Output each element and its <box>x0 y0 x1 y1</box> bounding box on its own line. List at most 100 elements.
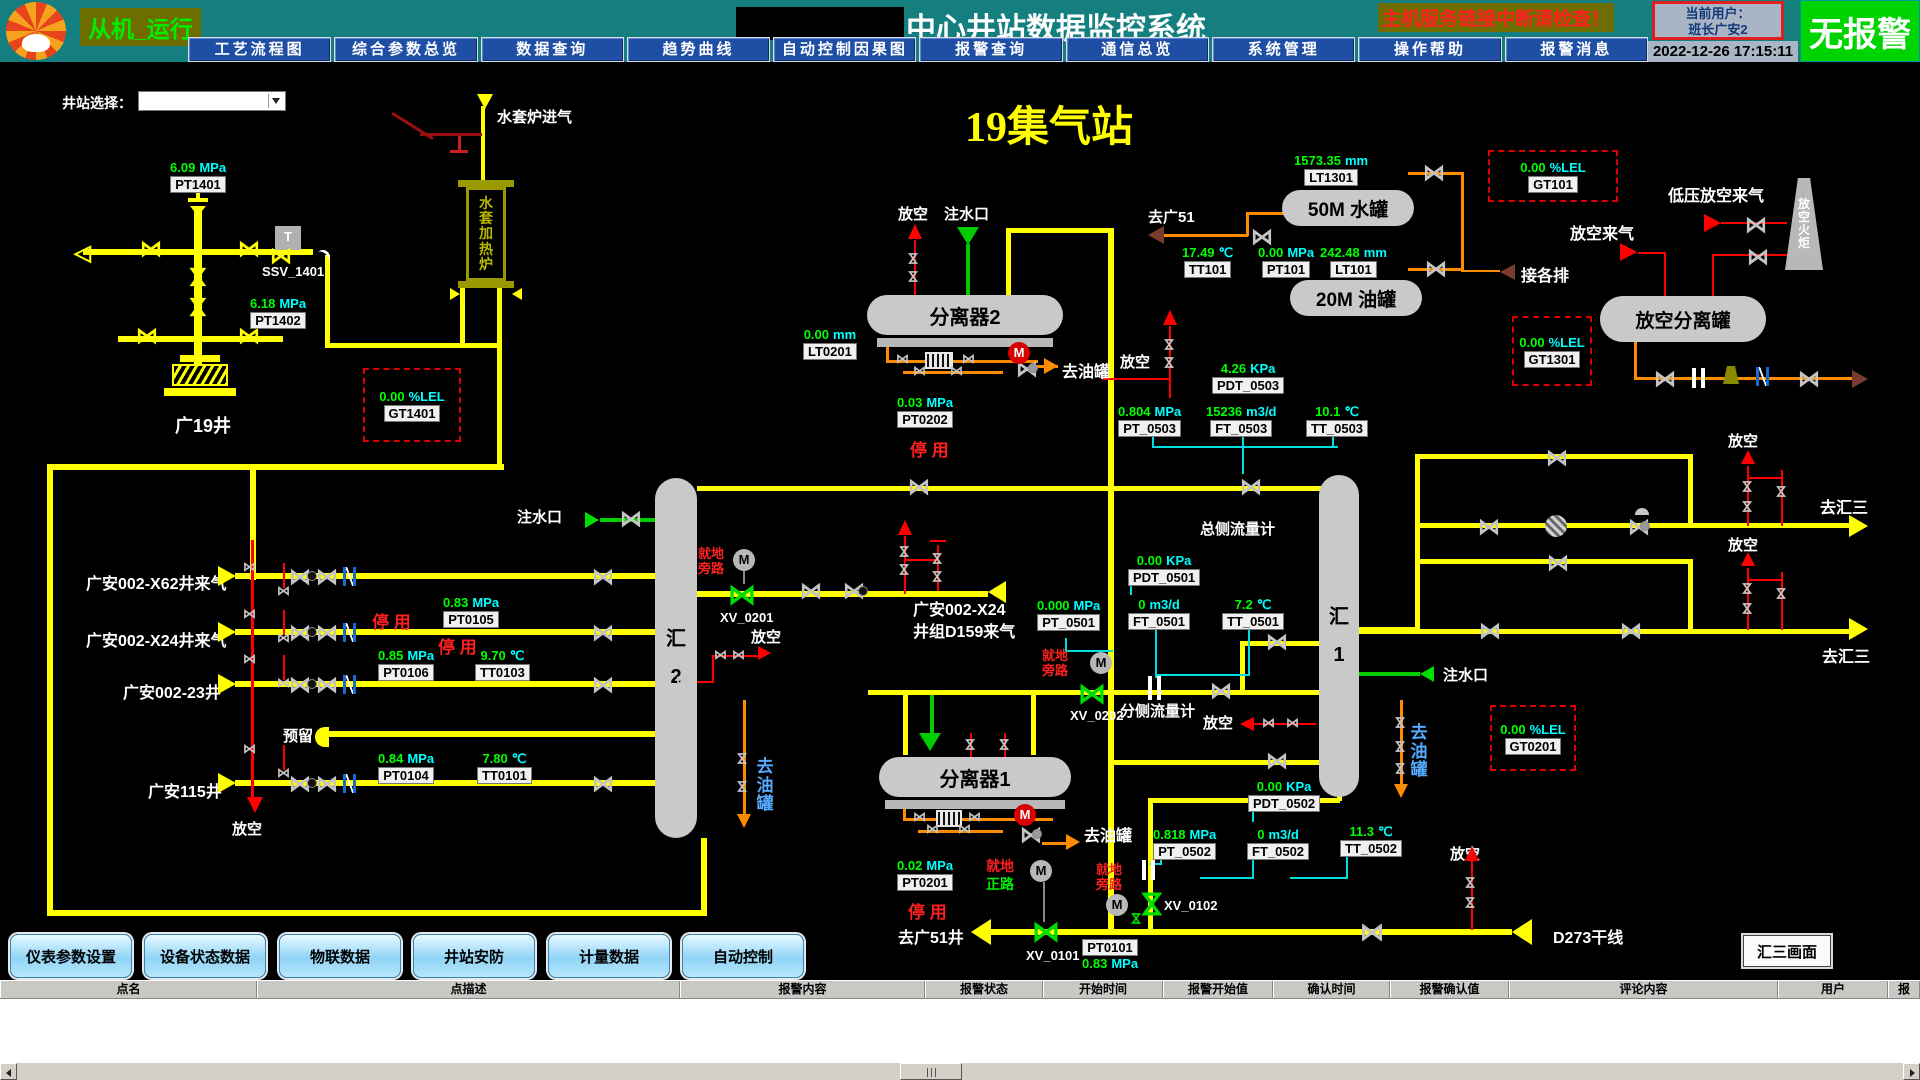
oil-tank-20m: 20M 油罐 <box>1290 280 1422 316</box>
pipe-segment <box>697 486 1321 491</box>
meter-icon <box>925 352 953 369</box>
vent-arrow-icon <box>247 797 263 813</box>
element: 1573.35 <box>1294 153 1341 168</box>
element: 0.000MPa <box>1037 598 1100 613</box>
pipe-segment <box>180 355 220 362</box>
chevron-down-icon[interactable] <box>268 94 283 108</box>
element: 15236 <box>1206 404 1242 419</box>
motor-icon[interactable]: M <box>733 549 755 571</box>
element: 6.09MPa <box>170 160 226 175</box>
pipe-segment <box>903 695 908 755</box>
valve-icon: ⋈ <box>898 563 911 576</box>
hui3-screen-button[interactable]: 汇三画面 <box>1743 935 1831 967</box>
total-meter-label: 总侧流量计 <box>1200 518 1275 539</box>
menu-help[interactable]: 操作帮助 <box>1358 37 1501 62</box>
redacted-title-block <box>736 7 904 40</box>
station-selector-dropdown[interactable] <box>138 91 286 111</box>
element: 0.84MPa <box>378 751 434 766</box>
col-comment[interactable]: 评论内容 <box>1509 981 1778 998</box>
xv0102-valve-icon[interactable]: ⋈ <box>1138 890 1166 918</box>
element: 7.80℃ <box>477 751 532 766</box>
menu-data-query[interactable]: 数据查询 <box>481 37 624 62</box>
scrollbar-thumb[interactable] <box>900 1063 962 1080</box>
element: 0.00 <box>379 389 404 404</box>
motor-icon[interactable]: M <box>1030 860 1052 882</box>
element: ℃ <box>1257 597 1272 612</box>
menu-alarm-message[interactable]: 报警消息 <box>1505 37 1648 62</box>
col-point-name[interactable]: 点名 <box>0 981 257 998</box>
pipe-segment <box>47 910 707 916</box>
drain-arrow-icon <box>1394 784 1408 798</box>
menu-process-flow[interactable]: 工艺流程图 <box>188 37 331 62</box>
pipe-segment <box>1358 629 1849 634</box>
scroll-left-icon[interactable] <box>0 1063 17 1080</box>
col-alarm-confirm-value[interactable]: 报警确认值 <box>1390 981 1509 998</box>
btn-auto-control[interactable]: 自动控制 <box>682 934 804 978</box>
menu-system-mgmt[interactable]: 系统管理 <box>1212 37 1355 62</box>
btn-station-security[interactable]: 井站安防 <box>413 934 535 978</box>
motor-icon[interactable]: M <box>1106 894 1128 916</box>
col-partial[interactable]: 报 <box>1888 981 1920 998</box>
xv0201-valve-icon[interactable]: ⋈ <box>728 581 756 609</box>
horizontal-scrollbar[interactable] <box>0 1063 1920 1080</box>
menu-comm-overview[interactable]: 通信总览 <box>1066 37 1209 62</box>
no-alarm-button[interactable]: 无报警 <box>1800 0 1920 62</box>
element: 0 <box>1138 597 1145 612</box>
btn-instrument-params[interactable]: 仪表参数设置 <box>10 934 132 978</box>
btn-iot-data[interactable]: 物联数据 <box>279 934 401 978</box>
scroll-right-icon[interactable] <box>1903 1063 1920 1080</box>
element: GT1301 <box>1524 351 1581 368</box>
element: 10.1 <box>1315 404 1340 419</box>
element: 0.818 <box>1153 827 1186 842</box>
element: PT_0502 <box>1153 843 1216 860</box>
menu-alarm-query[interactable]: 报警查询 <box>919 37 1062 62</box>
element: 0.03MPa <box>897 395 953 410</box>
col-start-time[interactable]: 开始时间 <box>1043 981 1163 998</box>
col-alarm-state[interactable]: 报警状态 <box>925 981 1043 998</box>
valve-ball-icon <box>858 586 868 596</box>
host-status: 从机_运行 <box>80 8 201 46</box>
menu-parameter-overview[interactable]: 综合参数总览 <box>334 37 477 62</box>
element: 15236m3/d <box>1206 404 1277 419</box>
xv0101-valve-icon[interactable]: ⋈ <box>1032 918 1060 946</box>
valve-icon: ⋈ <box>1425 258 1447 280</box>
manifold-2-vessel: 汇2 <box>655 478 697 838</box>
pipe-segment <box>1006 230 1011 296</box>
btn-metering-data[interactable]: 计量数据 <box>548 934 670 978</box>
element: 0.804MPa <box>1118 404 1181 419</box>
element: PT_0503 <box>1118 420 1181 437</box>
vent-gas-label: 放空来气 <box>1570 220 1634 244</box>
element: %LEL <box>1530 722 1566 737</box>
btn-device-status[interactable]: 设备状态数据 <box>144 934 266 978</box>
col-point-desc[interactable]: 点描述 <box>257 981 680 998</box>
valve-icon: ⋈ <box>998 738 1011 751</box>
col-user[interactable]: 用户 <box>1778 981 1888 998</box>
motor-icon[interactable]: M <box>1008 342 1030 364</box>
vent-arrow-icon <box>908 224 922 239</box>
valve-icon: ⋈ <box>1654 368 1676 390</box>
trap-icon <box>1723 366 1739 384</box>
element: 11.3℃ <box>1340 824 1402 839</box>
col-alarm-start-value[interactable]: 报警开始值 <box>1163 981 1273 998</box>
menu-auto-control-map[interactable]: 自动控制因果图 <box>773 37 916 62</box>
motor-icon[interactable]: M <box>1090 652 1112 674</box>
valve-icon: ⋈ <box>800 580 822 602</box>
col-alarm-content[interactable]: 报警内容 <box>680 981 925 998</box>
instrument-LT1301: 1573.35mmLT1301 <box>1294 153 1368 186</box>
col-confirm-time[interactable]: 确认时间 <box>1273 981 1390 998</box>
xv0202-valve-icon[interactable]: ⋈ <box>1078 680 1106 708</box>
element: MPa <box>1287 245 1314 260</box>
pipe-segment <box>1200 877 1254 879</box>
valve-icon: ⋈ <box>714 648 727 661</box>
menu-trend-curve[interactable]: 趋势曲线 <box>627 37 770 62</box>
element: PDT_0501 <box>1128 569 1200 586</box>
pipe-segment <box>930 695 934 735</box>
arrow-icon <box>450 288 460 300</box>
d273-label: D273干线 <box>1553 924 1623 948</box>
alarm-table-body <box>0 999 1920 1063</box>
motor-icon[interactable]: M <box>1014 804 1036 826</box>
instrument-PT0201: 0.02MPaPT0201 <box>897 858 953 891</box>
element: MPa <box>407 751 434 766</box>
instrument-FT_0501: 0m3/dFT_0501 <box>1128 597 1190 630</box>
pipe-segment <box>315 727 329 747</box>
